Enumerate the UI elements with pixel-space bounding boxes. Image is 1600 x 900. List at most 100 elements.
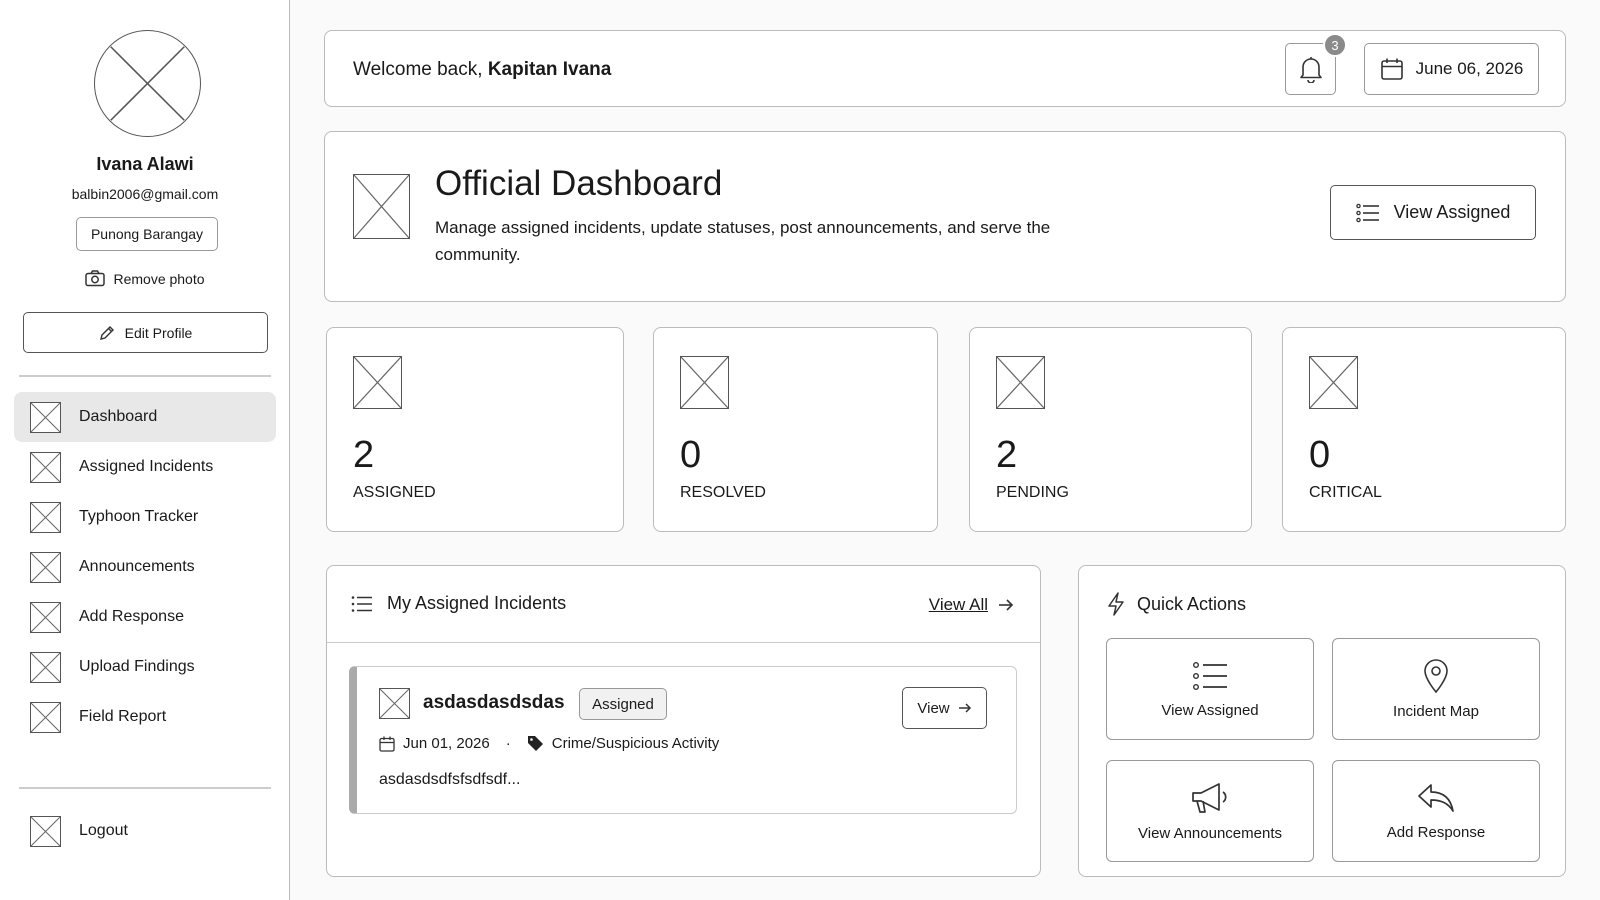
stat-card-resolved[interactable]: 0 RESOLVED xyxy=(653,327,938,532)
remove-photo-label: Remove photo xyxy=(113,270,205,287)
bell-icon xyxy=(1299,57,1322,83)
page-title: Official Dashboard xyxy=(435,164,723,203)
panel-header: My Assigned Incidents View All xyxy=(327,566,1040,643)
pending-icon xyxy=(996,356,1045,409)
welcome-prefix: Welcome back, xyxy=(353,59,483,80)
quick-actions-label: Quick Actions xyxy=(1137,593,1247,614)
assigned-icon xyxy=(353,356,402,409)
welcome-user-name: Kapitan Ivana xyxy=(487,59,612,80)
quick-actions-panel: Quick Actions View Assigned Incident Map… xyxy=(1078,565,1566,877)
sidebar-item-add-response[interactable]: Add Response xyxy=(14,592,276,642)
sidebar-item-label: Typhoon Tracker xyxy=(79,508,199,525)
profile-email: balbin2006@gmail.com xyxy=(71,186,219,202)
camera-icon xyxy=(85,270,106,287)
quick-action-label: View Announcements xyxy=(1138,824,1282,842)
view-all-label: View All xyxy=(928,595,988,614)
page-description: Manage assigned incidents, update status… xyxy=(435,218,1051,264)
critical-icon xyxy=(1309,356,1358,409)
incident-icon xyxy=(379,688,410,719)
stat-value: 0 xyxy=(680,434,702,476)
stat-card-critical[interactable]: 0 CRITICAL xyxy=(1282,327,1566,532)
sidebar-item-label: Field Report xyxy=(79,708,167,725)
stat-label: CRITICAL xyxy=(1309,484,1382,501)
typhoon-tracker-icon xyxy=(30,501,61,533)
list-icon xyxy=(1193,661,1227,690)
incident-meta: Jun 01, 2026 · Crime/Suspicious Activity xyxy=(379,735,719,752)
date-picker-button[interactable]: June 06, 2026 xyxy=(1364,43,1539,95)
calendar-icon xyxy=(379,736,395,752)
sidebar-item-field-report[interactable]: Field Report xyxy=(14,692,276,742)
incident-card[interactable]: asdasdasdsdas Assigned View Jun 01, 2026… xyxy=(349,666,1017,814)
sidebar-item-label: Upload Findings xyxy=(79,658,195,675)
reply-icon xyxy=(1418,783,1454,812)
quick-action-label: Add Response xyxy=(1386,823,1486,841)
panel-title-label: My Assigned Incidents xyxy=(387,593,567,613)
stat-value: 2 xyxy=(353,434,375,476)
sidebar-item-upload-findings[interactable]: Upload Findings xyxy=(14,642,276,692)
arrow-right-icon xyxy=(958,703,971,713)
current-date: June 06, 2026 xyxy=(1415,59,1524,78)
quick-action-label: View Assigned xyxy=(1161,701,1259,719)
logout-label: Logout xyxy=(79,822,128,839)
stat-label: PENDING xyxy=(996,484,1069,501)
quick-action-add-response[interactable]: Add Response xyxy=(1332,760,1540,862)
divider xyxy=(19,375,271,377)
sidebar-item-label: Dashboard xyxy=(79,408,158,425)
sidebar-item-dashboard[interactable]: Dashboard xyxy=(14,392,276,442)
sidebar-item-label: Add Response xyxy=(79,608,184,625)
pencil-icon xyxy=(99,325,114,340)
view-assigned-button[interactable]: View Assigned xyxy=(1330,185,1536,240)
welcome-message: Welcome back, Kapitan Ivana xyxy=(353,59,611,81)
incident-date: Jun 01, 2026 xyxy=(403,735,490,752)
map-pin-icon xyxy=(1424,658,1448,693)
upload-findings-icon xyxy=(30,651,61,683)
stat-label: RESOLVED xyxy=(680,484,766,501)
view-label: View xyxy=(917,699,950,717)
stat-value: 2 xyxy=(996,434,1018,476)
quick-action-view-assigned[interactable]: View Assigned xyxy=(1106,638,1314,740)
incident-description: asdasdsdfsfsdfsdf... xyxy=(379,771,521,788)
stat-value: 0 xyxy=(1309,434,1331,476)
dashboard-hero: Official Dashboard Manage assigned incid… xyxy=(324,131,1566,302)
meta-separator: · xyxy=(505,735,511,752)
sidebar-item-announcements[interactable]: Announcements xyxy=(14,542,276,592)
remove-photo-button[interactable]: Remove photo xyxy=(0,270,290,287)
quick-actions-title: Quick Actions xyxy=(1107,592,1246,616)
profile-name: Ivana Alawi xyxy=(96,154,194,174)
divider xyxy=(19,787,271,789)
stat-card-assigned[interactable]: 2 ASSIGNED xyxy=(326,327,624,532)
avatar[interactable] xyxy=(94,30,201,137)
megaphone-icon xyxy=(1192,782,1227,813)
edit-profile-label: Edit Profile xyxy=(124,324,193,341)
sidebar-item-assigned-incidents[interactable]: Assigned Incidents xyxy=(14,442,276,492)
logout-icon xyxy=(30,815,61,847)
sidebar: Ivana Alawi balbin2006@gmail.com Punong … xyxy=(0,0,290,900)
logout-button[interactable]: Logout xyxy=(14,806,276,856)
panel-title: My Assigned Incidents xyxy=(351,593,566,614)
quick-action-incident-map[interactable]: Incident Map xyxy=(1332,638,1540,740)
dashboard-image-placeholder xyxy=(353,174,410,239)
dashboard-icon xyxy=(30,401,61,433)
stat-card-pending[interactable]: 2 PENDING xyxy=(969,327,1252,532)
quick-action-label: Incident Map xyxy=(1393,702,1479,720)
view-incident-button[interactable]: View xyxy=(902,687,987,729)
assigned-incidents-icon xyxy=(30,451,61,483)
resolved-icon xyxy=(680,356,729,409)
calendar-icon xyxy=(1380,58,1403,80)
sidebar-item-label: Assigned Incidents xyxy=(79,458,214,475)
list-icon xyxy=(351,595,372,612)
list-icon xyxy=(1355,203,1379,222)
notification-count-badge: 3 xyxy=(1323,33,1347,57)
quick-action-view-announcements[interactable]: View Announcements xyxy=(1106,760,1314,862)
incident-category: Crime/Suspicious Activity xyxy=(551,735,720,752)
top-header: Welcome back, Kapitan Ivana 3 June 06, 2… xyxy=(324,30,1566,107)
incident-title: asdasdasdsdas xyxy=(423,692,565,713)
sidebar-item-typhoon-tracker[interactable]: Typhoon Tracker xyxy=(14,492,276,542)
sidebar-item-label: Announcements xyxy=(79,558,195,575)
stat-label: ASSIGNED xyxy=(353,484,436,501)
view-all-link[interactable]: View All xyxy=(929,595,1014,615)
field-report-icon xyxy=(30,701,61,733)
status-badge: Assigned xyxy=(579,688,667,720)
edit-profile-button[interactable]: Edit Profile xyxy=(23,312,268,353)
add-response-icon xyxy=(30,601,61,633)
